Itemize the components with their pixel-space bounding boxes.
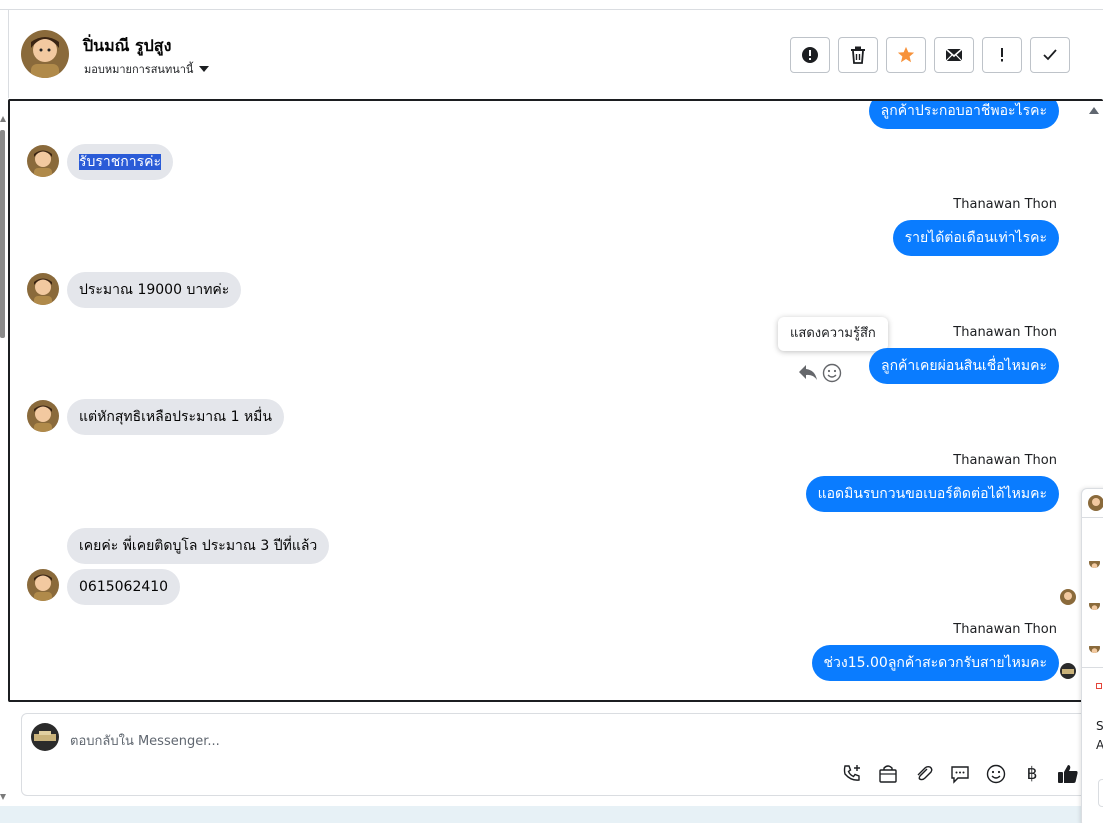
paperclip-icon[interactable] (912, 762, 936, 786)
panel-button[interactable] (1098, 779, 1103, 807)
star-button[interactable] (886, 37, 926, 73)
saved-reply-icon[interactable] (948, 762, 972, 786)
reply-input[interactable]: ตอบกลับใน Messenger... (70, 730, 220, 751)
panel-avatar (1088, 495, 1103, 511)
reply-icon[interactable] (798, 363, 818, 385)
thumbs-up-icon[interactable] (1056, 762, 1080, 786)
contact-avatar-small (27, 145, 59, 177)
mark-unread-button[interactable] (934, 37, 974, 73)
message-thread[interactable]: ลูกค้าประกอบอาชีพอะไรคะ รับราชการค่ะ Tha… (8, 99, 1103, 702)
action-toolbar (790, 37, 1070, 73)
report-spam-button[interactable] (790, 37, 830, 73)
delete-button[interactable] (838, 37, 878, 73)
contact-avatar-small (27, 400, 59, 432)
contact-avatar[interactable] (21, 30, 69, 78)
message-bubble-incoming[interactable]: แต่หักสุทธิเหลือประมาณ 1 หมื่น (67, 399, 284, 435)
left-border (8, 10, 9, 98)
envelope-icon (945, 48, 963, 62)
seen-avatar (1060, 589, 1076, 605)
message-bubble-outgoing[interactable]: แอดมินรบกวนขอเบอร์ติดต่อได้ไหมคะ (805, 476, 1059, 512)
contact-avatar-small (27, 273, 59, 305)
message-bubble-incoming[interactable]: ประมาณ 19000 บาทค่ะ (67, 272, 242, 308)
follow-up-button[interactable] (982, 37, 1022, 73)
selected-text[interactable]: รับราชการค่ะ (79, 154, 162, 170)
panel-avatar (1089, 599, 1100, 610)
reaction-tooltip: แสดงความรู้สึก (778, 317, 888, 351)
trash-icon (851, 46, 865, 64)
sender-name: Thanawan Thon (953, 325, 1057, 340)
sender-name: Thanawan Thon (953, 622, 1057, 637)
react-emoji-icon[interactable] (822, 363, 842, 387)
page-avatar (31, 723, 59, 751)
check-icon (1043, 49, 1057, 61)
scroll-up-arrow[interactable] (0, 116, 6, 122)
message-bubble-outgoing[interactable]: ช่วง15.00ลูกค้าสะดวกรับสายไหมคะ (811, 645, 1059, 681)
seen-avatar (1060, 663, 1076, 679)
panel-text: S (1096, 719, 1103, 733)
thread-scroll-up-arrow[interactable] (1089, 107, 1099, 114)
message-bubble-incoming[interactable]: เคยค่ะ พี่เคยติดบูโล ประมาณ 3 ปีที่แล้ว (67, 528, 330, 564)
panel-avatar (1089, 557, 1100, 568)
panel-divider (1082, 517, 1103, 518)
baht-icon[interactable]: ฿ (1020, 762, 1044, 786)
top-border (0, 0, 1103, 10)
panel-status-icon (1096, 683, 1102, 689)
bottom-strip (0, 806, 1103, 823)
panel-text: A (1096, 738, 1103, 752)
star-icon (897, 46, 915, 63)
side-panel[interactable]: S A (1081, 488, 1103, 823)
composer-toolbar: ฿ (840, 762, 1080, 786)
shopping-bag-icon[interactable] (876, 762, 900, 786)
caret-down-icon (199, 66, 210, 72)
mark-done-button[interactable] (1030, 37, 1070, 73)
panel-avatar (1089, 642, 1100, 653)
alert-circle-icon (802, 47, 818, 63)
scroll-down-arrow[interactable] (0, 794, 6, 800)
emoji-icon[interactable] (984, 762, 1008, 786)
assign-conversation-dropdown[interactable]: มอบหมายการสนทนานี้ (84, 60, 210, 78)
message-bubble-outgoing[interactable]: ลูกค้าประกอบอาชีพอะไรคะ (868, 101, 1059, 129)
message-bubble-outgoing[interactable]: ลูกค้าเคยผ่อนสินเชื่อไหมคะ (868, 348, 1059, 384)
scrollbar-thumb[interactable] (0, 130, 5, 338)
panel-divider (1082, 667, 1103, 668)
baht-symbol: ฿ (1026, 764, 1038, 784)
assign-label: มอบหมายการสนทนานี้ (84, 63, 194, 76)
reply-composer: ตอบกลับใน Messenger... ฿ (21, 713, 1091, 796)
conversation-header: ปิ่นมณี รูปสูง มอบหมายการสนทนานี้ (10, 10, 1103, 100)
contact-avatar-small (27, 569, 59, 601)
phone-plus-icon[interactable] (840, 762, 864, 786)
message-bubble-incoming[interactable]: รับราชการค่ะ (67, 144, 174, 180)
sender-name: Thanawan Thon (953, 197, 1057, 212)
message-bubble-incoming[interactable]: 0615062410 (67, 569, 181, 605)
exclamation-icon (1001, 48, 1003, 62)
contact-name[interactable]: ปิ่นมณี รูปสูง (83, 34, 171, 59)
sender-name: Thanawan Thon (953, 453, 1057, 468)
message-bubble-outgoing[interactable]: รายได้ต่อเดือนเท่าไรคะ (892, 220, 1059, 256)
